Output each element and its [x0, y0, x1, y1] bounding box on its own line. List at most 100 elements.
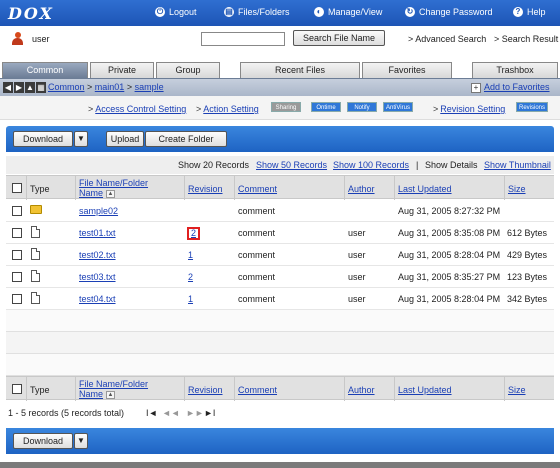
prev-page-icon[interactable]: ◄◄: [162, 408, 180, 418]
row-size: 123 Bytes: [507, 272, 548, 282]
advanced-search-link[interactable]: > Advanced Search: [408, 34, 486, 44]
tree-view-icon[interactable]: ▦: [36, 82, 46, 93]
logout-link[interactable]: ⏻ Logout: [155, 7, 197, 17]
empty-row: [6, 354, 554, 376]
row-updated: Aug 31, 2005 8:28:04 PM: [398, 294, 501, 304]
action-setting-label: Action Setting: [203, 104, 259, 114]
col-last-updated[interactable]: Last Updated: [398, 184, 452, 194]
col-name[interactable]: File Name/Folder Name ▲: [79, 379, 148, 399]
create-folder-button[interactable]: Create Folder: [145, 131, 227, 147]
revision-setting-link[interactable]: > Revision Setting: [433, 104, 505, 114]
files-folders-icon: ▤: [224, 7, 234, 17]
row-checkbox[interactable]: [12, 250, 22, 260]
row-updated: Aug 31, 2005 8:35:08 PM: [398, 228, 501, 238]
row-revision-link[interactable]: 1: [188, 250, 193, 260]
upload-button[interactable]: Upload: [106, 131, 144, 147]
row-name-link[interactable]: sample02: [79, 206, 118, 216]
sort-asc-icon[interactable]: ▲: [106, 390, 116, 399]
pagination: 1 - 5 records (5 records total) I◄ ◄◄ ►►…: [6, 402, 554, 422]
sort-asc-icon[interactable]: ▲: [106, 189, 116, 198]
back-icon[interactable]: ◀: [3, 82, 13, 93]
row-checkbox[interactable]: [12, 272, 22, 282]
breadcrumb-sample[interactable]: sample: [135, 82, 164, 92]
row-size: 612 Bytes: [507, 228, 548, 238]
row-checkbox[interactable]: [12, 228, 22, 238]
antivirus-badge[interactable]: AntiVirus: [383, 102, 413, 112]
row-checkbox[interactable]: [12, 206, 22, 216]
col-author[interactable]: Author: [348, 385, 375, 395]
tab-private[interactable]: Private: [90, 62, 154, 78]
row-author: user: [348, 294, 366, 304]
tab-common[interactable]: Common: [2, 62, 88, 78]
add-to-favorites-label: Add to Favorites: [484, 82, 550, 92]
col-name-line1: File Name/Folder: [79, 178, 149, 188]
col-name-line2: Name: [79, 389, 104, 399]
breadcrumb-main01[interactable]: main01: [95, 82, 125, 92]
select-all-checkbox[interactable]: [12, 183, 22, 193]
table-row[interactable]: sample02 comment Aug 31, 2005 8:27:32 PM: [6, 200, 554, 222]
row-revision-link[interactable]: 2: [187, 227, 201, 240]
search-result-link[interactable]: > Search Result: [494, 34, 558, 44]
show-thumbnail-link[interactable]: Show Thumbnail: [484, 160, 551, 170]
chevron-down-icon[interactable]: ▼: [74, 433, 88, 449]
row-revision-link[interactable]: 1: [188, 294, 193, 304]
tab-recent-files[interactable]: Recent Files: [240, 62, 360, 78]
row-name-link[interactable]: test02.txt: [79, 250, 116, 260]
revisions-badge[interactable]: Revisions: [516, 102, 548, 112]
table-row[interactable]: test02.txt 1 comment user Aug 31, 2005 8…: [6, 244, 554, 266]
search-file-name-button[interactable]: Search File Name: [293, 30, 385, 46]
add-to-favorites-link[interactable]: + Add to Favorites: [471, 82, 550, 93]
help-link[interactable]: ? Help: [513, 7, 546, 17]
last-page-icon[interactable]: ►I: [204, 408, 215, 418]
show-50-records-link[interactable]: Show 50 Records: [256, 160, 327, 170]
tab-trashbox[interactable]: Trashbox: [472, 62, 558, 78]
action-setting-link[interactable]: > Action Setting: [196, 104, 259, 114]
row-author: user: [348, 250, 366, 260]
col-author[interactable]: Author: [348, 184, 375, 194]
download-button[interactable]: Download: [13, 131, 73, 147]
row-checkbox[interactable]: [12, 294, 22, 304]
col-name[interactable]: File Name/Folder Name ▲: [79, 178, 148, 198]
file-icon: [31, 226, 40, 238]
col-revision[interactable]: Revision: [188, 184, 223, 194]
table-row[interactable]: test01.txt 2 comment user Aug 31, 2005 8…: [6, 222, 554, 244]
change-password-link[interactable]: ↻ Change Password: [405, 7, 493, 17]
access-control-setting-link[interactable]: > Access Control Setting: [88, 104, 186, 114]
files-folders-link[interactable]: ▤ Files/Folders: [224, 7, 290, 17]
col-comment[interactable]: Comment: [238, 385, 277, 395]
chevron-down-icon[interactable]: ▼: [74, 131, 88, 147]
sharing-badge[interactable]: Sharing: [271, 102, 301, 112]
notify-badge[interactable]: Notify: [347, 102, 377, 112]
tab-group[interactable]: Group: [156, 62, 220, 78]
col-comment[interactable]: Comment: [238, 184, 277, 194]
next-page-icon[interactable]: ►►: [186, 408, 204, 418]
row-name-link[interactable]: test01.txt: [79, 228, 116, 238]
folder-up-icon[interactable]: ▲: [25, 82, 35, 93]
breadcrumb-common[interactable]: Common: [48, 82, 85, 92]
first-page-icon[interactable]: I◄: [146, 408, 157, 418]
row-name-link[interactable]: test03.txt: [79, 272, 116, 282]
footer-divider: [0, 462, 560, 468]
user-name: user: [32, 34, 50, 44]
row-comment: comment: [238, 294, 276, 304]
col-size[interactable]: Size: [508, 184, 526, 194]
manage-view-link[interactable]: ◐ Manage/View: [314, 7, 382, 17]
row-revision-link[interactable]: 2: [188, 272, 193, 282]
search-input[interactable]: [201, 32, 285, 46]
divider: |: [416, 160, 419, 170]
select-all-checkbox[interactable]: [12, 384, 22, 394]
table-row[interactable]: test03.txt 2 comment user Aug 31, 2005 8…: [6, 266, 554, 288]
show-100-records-link[interactable]: Show 100 Records: [333, 160, 409, 170]
table-row[interactable]: test04.txt 1 comment user Aug 31, 2005 8…: [6, 288, 554, 310]
row-name-link[interactable]: test04.txt: [79, 294, 116, 304]
arrow-icon: >: [196, 104, 202, 114]
col-last-updated[interactable]: Last Updated: [398, 385, 452, 395]
download-button[interactable]: Download: [13, 433, 73, 449]
forward-icon[interactable]: ▶: [14, 82, 24, 93]
col-revision[interactable]: Revision: [188, 385, 223, 395]
col-size[interactable]: Size: [508, 385, 526, 395]
row-size: 342 Bytes: [507, 294, 548, 304]
tab-favorites[interactable]: Favorites: [362, 62, 452, 78]
records-summary: 1 - 5 records (5 records total): [8, 408, 125, 418]
ontime-badge[interactable]: Ontime: [311, 102, 341, 112]
